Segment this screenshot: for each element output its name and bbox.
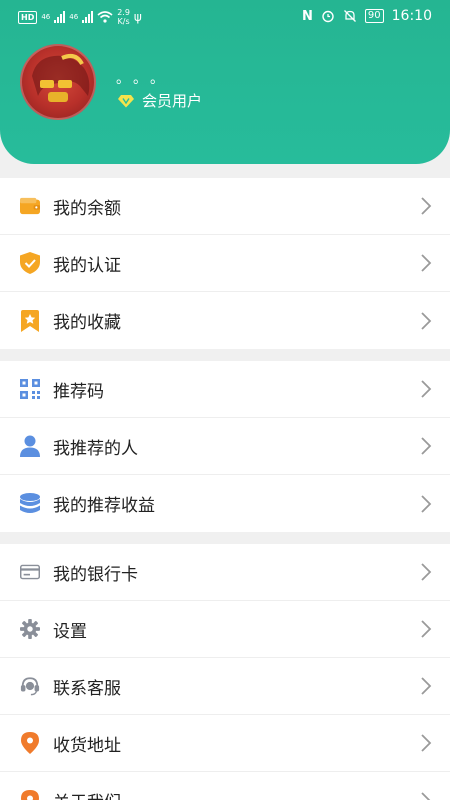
menu-label: 我的推荐收益 xyxy=(53,496,155,516)
profile-header: HD 46 46 2.9 K/s ψ N 90 16:10 。。。 会员用户 xyxy=(0,0,450,164)
chevron-right-icon xyxy=(421,437,432,455)
signal-icon xyxy=(54,11,66,23)
menu-item-balance[interactable]: 我的余额 xyxy=(0,178,450,235)
alarm-icon xyxy=(322,10,334,23)
chevron-right-icon xyxy=(421,734,432,752)
network-type-2: 46 xyxy=(69,12,79,21)
verified-shield-icon xyxy=(20,252,40,274)
hd-badge: HD xyxy=(18,10,38,24)
bank-card-icon xyxy=(20,562,40,582)
network-type-1: 46 xyxy=(41,12,51,21)
menu-label: 推荐码 xyxy=(53,381,104,402)
menu-label: 关于我们 xyxy=(53,788,121,800)
menu-item-referral-code[interactable]: 推荐码 xyxy=(0,361,450,418)
member-badge: 会员用户 xyxy=(118,90,202,111)
menu-item-shipping-address[interactable]: 收货地址 xyxy=(0,715,450,772)
menu-item-referral-earnings[interactable]: 我的推荐收益 xyxy=(0,475,450,532)
clock: 16:10 xyxy=(391,8,432,24)
avatar[interactable] xyxy=(20,44,96,120)
battery-icon: 90 xyxy=(364,9,384,23)
username: 。。。 xyxy=(116,71,174,87)
location-pin-icon xyxy=(20,732,40,754)
menu-item-my-referrals[interactable]: 我推荐的人 xyxy=(0,418,450,475)
person-icon xyxy=(20,435,40,457)
menu-label: 我推荐的人 xyxy=(53,438,138,459)
mute-icon xyxy=(343,10,356,22)
chevron-right-icon xyxy=(421,197,432,215)
coins-stack-icon xyxy=(20,492,40,514)
avatar-image xyxy=(32,54,90,102)
chevron-right-icon xyxy=(421,677,432,695)
diamond-vip-icon xyxy=(118,94,134,107)
menu-label: 收货地址 xyxy=(53,735,121,756)
network-speed: 2.9 K/s xyxy=(117,8,130,26)
chevron-right-icon xyxy=(421,791,431,800)
menu-item-settings[interactable]: 设置 xyxy=(0,601,450,658)
chevron-right-icon xyxy=(421,563,432,581)
menu-label: 我的收藏 xyxy=(53,313,121,333)
menu-group-referral: 推荐码 我推荐的人 我的推荐收益 xyxy=(0,361,450,532)
menu-group-general: 我的银行卡 设置 联系客服 收货地址 关于我们 xyxy=(0,544,450,800)
menu-item-customer-service[interactable]: 联系客服 xyxy=(0,658,450,715)
gear-icon xyxy=(20,619,40,639)
chevron-right-icon xyxy=(421,311,432,330)
member-label: 会员用户 xyxy=(142,92,203,110)
menu-label: 联系客服 xyxy=(53,678,121,699)
menu-item-about-us[interactable]: 关于我们 xyxy=(0,772,450,800)
menu-label: 我的认证 xyxy=(53,255,121,276)
chevron-right-icon xyxy=(421,494,432,513)
menu-label: 我的余额 xyxy=(53,198,121,219)
menu-item-verification[interactable]: 我的认证 xyxy=(0,235,450,292)
bookmark-star-icon xyxy=(20,309,40,332)
headset-icon xyxy=(20,676,40,696)
menu-label: 我的银行卡 xyxy=(53,564,138,585)
chevron-right-icon xyxy=(421,380,432,398)
chevron-right-icon xyxy=(421,254,432,272)
status-bar: HD 46 46 2.9 K/s ψ N 90 16:10 xyxy=(0,0,450,34)
nfc-icon: N xyxy=(302,8,313,24)
menu-label: 设置 xyxy=(53,621,87,642)
menu-item-bank-card[interactable]: 我的银行卡 xyxy=(0,544,450,601)
wifi-icon xyxy=(97,11,113,23)
wallet-icon xyxy=(20,196,40,216)
menu-group-account: 我的余额 我的认证 我的收藏 xyxy=(0,178,450,349)
menu-item-favorites[interactable]: 我的收藏 xyxy=(0,292,450,349)
chevron-right-icon xyxy=(421,620,432,638)
usb-icon: ψ xyxy=(133,10,142,24)
qr-code-icon xyxy=(20,379,40,399)
signal-icon xyxy=(82,11,94,23)
about-pin-icon xyxy=(20,789,40,800)
